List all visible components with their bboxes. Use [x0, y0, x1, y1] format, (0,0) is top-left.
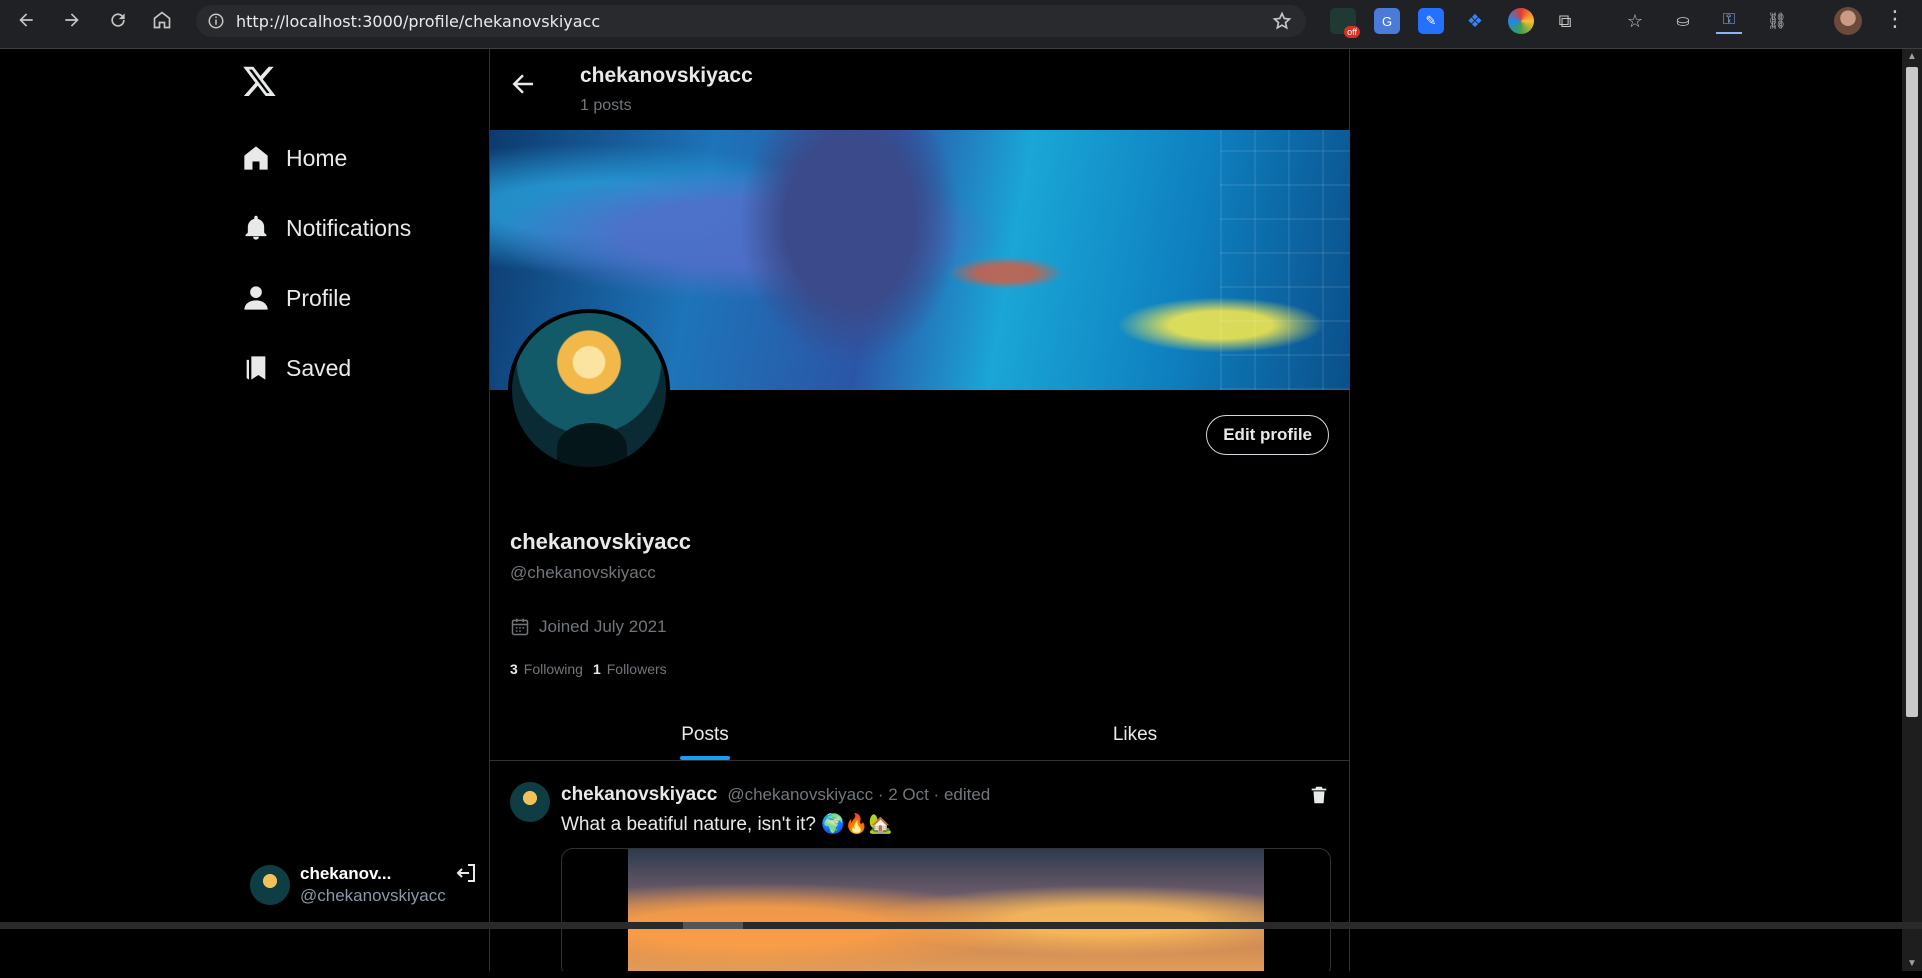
browser-profile-avatar[interactable] — [1834, 7, 1862, 35]
joined-text: Joined July 2021 — [539, 617, 667, 636]
post-media[interactable] — [561, 848, 1331, 971]
tab-label: Posts — [681, 723, 729, 745]
forward-nav-icon[interactable] — [50, 0, 94, 40]
logout-icon[interactable] — [454, 861, 478, 885]
incognito-icon[interactable]: ⛀ — [1670, 8, 1696, 34]
calendar-icon — [511, 618, 529, 636]
bookmark-icon — [246, 356, 266, 380]
sidebar-item-label: Profile — [286, 284, 352, 311]
followers-link[interactable]: 1 Followers — [593, 661, 667, 677]
scrollbar-thumb[interactable] — [683, 922, 743, 929]
followers-label: Followers — [606, 661, 667, 677]
leaf-extension-icon[interactable]: ❖ — [1462, 8, 1488, 34]
sidebar-item-home[interactable]: Home — [242, 138, 347, 178]
tab-posts[interactable]: Posts — [490, 709, 920, 760]
following-link[interactable]: 3 Following — [510, 661, 583, 677]
sidebar-item-notifications[interactable]: Notifications — [242, 208, 411, 248]
account-name: chekanov... — [300, 864, 392, 883]
edit-profile-button[interactable]: Edit profile — [1206, 415, 1329, 455]
site-info-icon[interactable] — [196, 12, 236, 30]
home-icon — [244, 146, 268, 170]
bookmark-star-icon[interactable] — [1272, 11, 1292, 36]
account-handle: @chekanovskiyacc — [300, 886, 446, 905]
bell-icon — [245, 215, 267, 240]
page: Home Notifications Profile Saved chekano… — [0, 49, 1922, 971]
browser-menu-icon[interactable]: ⋮ — [1884, 6, 1906, 32]
back-arrow-icon[interactable] — [508, 69, 538, 99]
translate-extension-icon[interactable]: G — [1374, 8, 1400, 34]
x-logo-icon[interactable] — [242, 63, 278, 99]
follow-stats: 3 Following 1 Followers — [510, 661, 677, 677]
bookmarks-icon[interactable]: ☆ — [1622, 8, 1648, 34]
horizontal-scrollbar[interactable] — [0, 922, 1922, 929]
profile-header: chekanovskiyacc 1 posts — [490, 49, 1350, 129]
password-key-icon[interactable]: ⚿ — [1716, 8, 1742, 34]
back-nav-icon[interactable] — [4, 0, 48, 40]
avatar[interactable] — [510, 782, 550, 822]
person-icon — [244, 286, 268, 310]
active-tab-indicator — [680, 756, 730, 760]
tab-likes[interactable]: Likes — [920, 709, 1350, 760]
sidebar-item-saved[interactable]: Saved — [242, 348, 351, 388]
post-meta: @chekanovskiyacc · 2 Oct · edited — [727, 785, 991, 804]
post-author[interactable]: chekanovskiyacc — [561, 784, 717, 806]
extension-ext-off-icon[interactable]: off — [1330, 8, 1360, 38]
profile-column: chekanovskiyacc 1 posts Edit profile che… — [489, 49, 1350, 971]
reload-icon[interactable] — [96, 0, 140, 40]
followers-count: 1 — [592, 661, 601, 677]
profile-name: chekanovskiyacc — [510, 529, 692, 554]
profile-handle: @chekanovskiyacc — [510, 563, 656, 582]
url-text[interactable]: http://localhost:3000/profile/chekanovsk… — [236, 12, 600, 31]
joined-date: Joined July 2021 — [510, 617, 667, 637]
post-item[interactable]: chekanovskiyacc @chekanovskiyacc · 2 Oct… — [490, 762, 1350, 971]
page-title: chekanovskiyacc — [580, 64, 753, 87]
vertical-scrollbar[interactable]: ▲ ▼ — [1902, 49, 1922, 971]
address-bar[interactable]: http://localhost:3000/profile/chekanovsk… — [196, 5, 1306, 37]
following-label: Following — [523, 661, 583, 677]
share-link-icon[interactable]: ⛓ — [1764, 8, 1790, 34]
sidebar-item-label: Home — [286, 144, 348, 171]
tab-label: Likes — [1112, 723, 1158, 745]
scroll-up-icon[interactable]: ▲ — [1907, 51, 1917, 62]
circle-extension-icon[interactable] — [1508, 8, 1534, 34]
browser-toolbar: http://localhost:3000/profile/chekanovsk… — [0, 0, 1922, 49]
link-extension-icon[interactable]: ✎ — [1418, 8, 1444, 34]
profile-tabs: Posts Likes — [490, 709, 1350, 761]
home-nav-icon[interactable] — [140, 0, 184, 40]
sidebar: Home Notifications Profile Saved chekano… — [230, 49, 488, 971]
profile-avatar[interactable] — [508, 309, 670, 471]
sidebar-item-label: Saved — [286, 354, 352, 381]
extension-badge: off — [1344, 26, 1360, 38]
sidebar-item-label: Notifications — [286, 214, 412, 241]
account-switcher[interactable]: chekanov... @chekanovskiyacc — [250, 857, 480, 913]
trash-icon[interactable] — [1308, 784, 1330, 806]
following-count: 3 — [510, 661, 518, 677]
sidebar-item-profile[interactable]: Profile — [242, 278, 351, 318]
scrollbar-thumb[interactable] — [1906, 67, 1918, 717]
post-image — [628, 849, 1264, 971]
scroll-down-icon[interactable]: ▼ — [1907, 958, 1917, 969]
avatar — [250, 865, 290, 905]
puzzle-extensions-icon[interactable]: ⧉ — [1552, 8, 1578, 34]
post-count: 1 posts — [580, 97, 632, 114]
post-text: What a beatiful nature, isn't it? 🌍🔥🏡 — [561, 814, 893, 835]
